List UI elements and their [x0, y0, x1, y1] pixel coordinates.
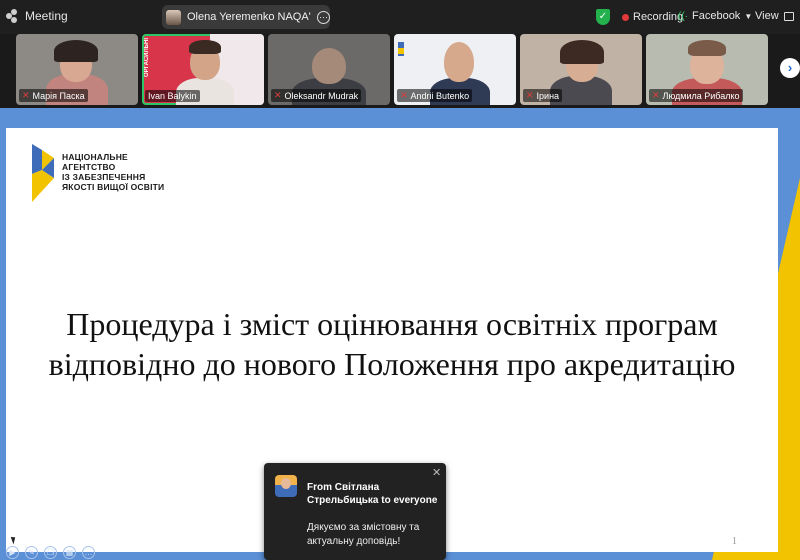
logo-line: ІЗ ЗАБЕЗПЕЧЕННЯ	[62, 172, 146, 182]
meeting-top-bar: Meeting Olena Yeremenko NAQA's screen ··…	[0, 0, 800, 34]
background-logo-accent	[398, 48, 404, 54]
logo-line: АГЕНТСТВО	[62, 162, 116, 172]
video-strip: ✕ Марія Паска ОРГАСИЛЬНІ Ivan Balykin ✕ Ol…	[0, 34, 800, 108]
logo-line: НАЦІОНАЛЬНЕ	[62, 152, 128, 162]
participant-tile[interactable]: ОРГАСИЛЬНІ Ivan Balykin	[142, 34, 264, 105]
participant-name: Людмила Рибалко	[662, 90, 740, 101]
stream-label: Facebook	[692, 10, 741, 22]
screen-share-indicator[interactable]: Olena Yeremenko NAQA's screen ···	[162, 5, 330, 29]
slide-title-line: Процедура і зміст оцінювання освітніх пр…	[66, 306, 718, 342]
next-page-chevron-icon[interactable]: ›	[780, 58, 800, 78]
live-stream-indicator[interactable]: ((· Facebook ▼	[678, 10, 752, 22]
naqa-logo: НАЦІОНАЛЬНЕ АГЕНТСТВО ІЗ ЗАБЕЗПЕЧЕННЯ ЯК…	[30, 144, 164, 202]
grid-icon[interactable]: ▦	[63, 546, 76, 559]
participant-name: Ірина	[536, 90, 560, 101]
participant-name: Oleksandr Mudrak	[284, 90, 359, 101]
participant-face	[444, 42, 474, 82]
chevron-down-icon: ▼	[744, 11, 753, 21]
participant-tile[interactable]: ✕ Людмила Рибалко	[646, 34, 768, 105]
slide-page-number: 1	[732, 536, 737, 547]
more-options-icon[interactable]: ···	[317, 10, 330, 24]
muted-mic-icon: ✕	[526, 90, 534, 100]
pen-icon[interactable]: ✎	[25, 546, 38, 559]
participant-name-tag: ✕ Andrii Butenko	[397, 89, 473, 102]
play-icon[interactable]: ▶	[6, 546, 19, 559]
sender-avatar	[275, 475, 297, 497]
slide-title: Процедура і зміст оцінювання освітніх пр…	[6, 304, 778, 384]
participant-name-tag: Ivan Balykin	[145, 90, 200, 102]
more-icon[interactable]: …	[82, 546, 95, 559]
muted-mic-icon: ✕	[652, 90, 660, 100]
view-button[interactable]: View	[755, 10, 779, 22]
gallery-view-icon	[784, 12, 794, 21]
muted-mic-icon: ✕	[400, 90, 408, 100]
participant-face	[312, 48, 346, 84]
chat-message: Дякуємо за змістовну та актуальну допові…	[307, 522, 420, 547]
muted-mic-icon: ✕	[22, 90, 30, 100]
naqa-logo-icon	[32, 144, 54, 202]
participant-hair	[189, 40, 221, 54]
participant-tile[interactable]: ✕ Oleksandr Mudrak	[268, 34, 390, 105]
meeting-label: Meeting	[25, 9, 68, 23]
participant-name-tag: ✕ Ірина	[523, 89, 563, 102]
naqa-logo-text: НАЦІОНАЛЬНЕ АГЕНТСТВО ІЗ ЗАБЕЗПЕЧЕННЯ ЯК…	[62, 152, 164, 192]
sharer-avatar	[166, 9, 181, 25]
participant-hair	[560, 40, 604, 64]
recording-dot-icon	[622, 13, 629, 21]
participant-tile[interactable]: ✕ Andrii Butenko	[394, 34, 516, 105]
meeting-title[interactable]: Meeting	[6, 9, 68, 23]
chat-sender: From Світлана Стрельбицька to everyone	[307, 482, 438, 506]
participant-name: Andrii Butenko	[410, 90, 470, 101]
chat-notification[interactable]: ✕ From Світлана Стрельбицька to everyone…	[264, 463, 446, 560]
participant-tile[interactable]: ✕ Марія Паска	[16, 34, 138, 105]
zoom-logo-icon	[6, 9, 20, 23]
share-label: Olena Yeremenko NAQA's screen	[187, 11, 311, 23]
participant-name: Ivan Balykin	[148, 91, 197, 101]
participant-hair	[54, 40, 98, 62]
close-icon[interactable]: ✕	[432, 466, 441, 479]
logo-line: ЯКОСТІ ВИЩОЇ ОСВІТИ	[62, 182, 165, 192]
participant-name-tag: ✕ Людмила Рибалко	[649, 89, 743, 102]
participant-name-tag: ✕ Марія Паска	[19, 89, 88, 102]
participant-name-tag: ✕ Oleksandr Mudrak	[271, 89, 362, 102]
participant-hair	[688, 40, 726, 56]
live-signal-icon: ((·	[678, 10, 688, 22]
participant-tile[interactable]: ✕ Ірина	[520, 34, 642, 105]
copy-icon[interactable]: ❐	[44, 546, 57, 559]
annotation-toolbar: ▶ ✎ ❐ ▦ …	[0, 546, 95, 560]
muted-mic-icon: ✕	[274, 90, 282, 100]
security-shield-icon[interactable]: ✓	[596, 9, 610, 25]
recording-indicator[interactable]: Recording	[622, 11, 683, 23]
recording-label: Recording	[633, 11, 684, 23]
poster-text: ОРГАСИЛЬНІ	[144, 38, 150, 78]
slide-title-line: відповідно до нового Положення про акред…	[48, 346, 736, 382]
participant-name: Марія Паска	[32, 90, 85, 101]
